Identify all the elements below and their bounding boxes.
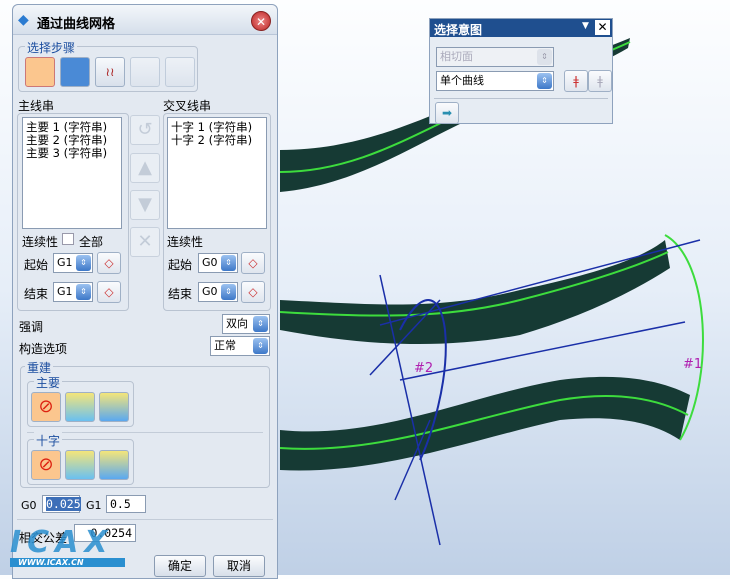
list-item[interactable]: 主要 3 (字符串)	[26, 147, 118, 160]
dialog-title-bar[interactable]: ◆ 通过曲线网格 ✕	[13, 5, 277, 35]
divider	[27, 432, 263, 433]
value: G0	[202, 256, 218, 269]
curve-rule-select[interactable]: 单个曲线 ⇕	[436, 71, 554, 91]
no-rebuild-icon[interactable]: ⊘	[31, 450, 61, 480]
value: G1	[57, 285, 73, 298]
stop-at-intersection-icon[interactable]: ǂ	[564, 70, 588, 92]
app-icon: ◆	[18, 12, 29, 28]
cross-start-label: 起始	[168, 258, 193, 272]
divider	[17, 519, 273, 520]
cross-start-select[interactable]: G0 ⇕	[198, 253, 238, 273]
selection-intent-panel: 选择意图 ▼ ✕ 相切面 ⇕ 单个曲线 ⇕ ǂ ǂ ➡	[429, 18, 613, 124]
g0-tolerance-input[interactable]: 0.025	[42, 495, 81, 513]
rebuild-group: 重建 主要 ⊘ 十字 ⊘	[20, 359, 270, 488]
continuity-label: 连续性	[22, 235, 59, 249]
close-icon[interactable]: ✕	[595, 20, 610, 35]
value: 0.025	[46, 497, 81, 511]
move-down-button: ▼	[130, 190, 160, 220]
manual-rebuild-icon[interactable]	[65, 450, 95, 480]
primary-strings-list[interactable]: 主要 1 (字符串) 主要 2 (字符串) 主要 3 (字符串)	[22, 117, 122, 229]
dropdown-icon[interactable]: ▼	[582, 21, 589, 31]
auto-rebuild-icon[interactable]	[99, 450, 129, 480]
remove-button: ✕	[130, 227, 160, 257]
steps-label: 选择步骤	[25, 39, 78, 56]
end-label: 结束	[24, 287, 49, 301]
auto-rebuild-icon[interactable]	[99, 392, 129, 422]
cross-strings-list[interactable]: 十字 1 (字符串) 十字 2 (字符串)	[167, 117, 267, 229]
start-label: 起始	[24, 258, 49, 272]
cancel-button[interactable]: 取消	[213, 555, 265, 577]
rebuild-primary-group: 主要 ⊘	[27, 374, 134, 427]
intent-title-bar[interactable]: 选择意图 ▼ ✕	[430, 19, 612, 37]
cross-curves-step-icon[interactable]	[60, 57, 90, 87]
construct-options-select[interactable]: 正常 ⇕	[210, 336, 270, 356]
label-2: #2	[414, 361, 433, 376]
cross-strings-label: 交叉线串	[163, 99, 212, 113]
curve-mesh-dialog: ◆ 通过曲线网格 ✕ 选择步骤 ≀≀ 主线串 交叉线串 主要 1 (字符串) 主…	[12, 4, 278, 579]
g1-tolerance-input[interactable]: 0.5	[106, 495, 146, 513]
surface-strip-mid	[280, 240, 670, 345]
primary-end-face-button[interactable]: ◇	[97, 281, 121, 303]
primary-start-select[interactable]: G1 ⇕	[53, 253, 93, 273]
value: 相切面	[440, 50, 473, 63]
cross-end-face-button[interactable]: ◇	[241, 281, 265, 303]
cross-end-select[interactable]: G0 ⇕	[198, 282, 238, 302]
g1-label: G1	[86, 499, 102, 512]
manual-rebuild-icon[interactable]	[65, 392, 95, 422]
dialog-title: 通过曲线网格	[37, 17, 116, 32]
surface-strip-bottom	[280, 376, 690, 471]
g0-label: G0	[21, 499, 37, 512]
primary-start-face-button[interactable]: ◇	[97, 252, 121, 274]
arrow-right-icon[interactable]: ➡	[435, 102, 459, 124]
primary-curves-step-icon[interactable]	[25, 57, 55, 87]
value: G0	[202, 285, 218, 298]
primary-strings-label: 主线串	[18, 99, 55, 113]
all-label: 全部	[79, 235, 104, 249]
divider	[434, 98, 608, 99]
follow-fillet-icon: ǂ	[588, 70, 612, 92]
steps-group: 选择步骤 ≀≀	[18, 39, 198, 92]
value: 双向	[226, 317, 248, 330]
primary-end-select[interactable]: G1 ⇕	[53, 282, 93, 302]
cross-continuity-label: 连续性	[167, 235, 204, 249]
watermark-logo: ICAX WWW.ICAX.CN	[10, 528, 125, 573]
emphasis-select[interactable]: 双向 ⇕	[222, 314, 270, 334]
move-up-button: ▲	[130, 153, 160, 183]
list-item[interactable]: 十字 2 (字符串)	[171, 134, 263, 147]
value: 正常	[214, 339, 236, 352]
value: 单个曲线	[440, 74, 484, 87]
disabled-step-icon	[130, 57, 160, 87]
rebuild-cross-group: 十字 ⊘	[27, 432, 134, 485]
intent-title: 选择意图	[434, 23, 483, 37]
cross-end-label: 结束	[168, 287, 193, 301]
disabled-step-icon-2	[165, 57, 195, 87]
all-checkbox[interactable]	[62, 233, 74, 245]
emphasis-label: 强调	[19, 320, 44, 334]
rebuild-cross-label: 十字	[34, 432, 63, 449]
cross-start-face-button[interactable]: ◇	[241, 252, 265, 274]
reverse-direction-button: ↺	[130, 115, 160, 145]
rebuild-primary-label: 主要	[34, 374, 63, 391]
spine-step-icon[interactable]: ≀≀	[95, 57, 125, 87]
no-rebuild-icon[interactable]: ⊘	[31, 392, 61, 422]
value: G1	[57, 256, 73, 269]
face-rule-select: 相切面 ⇕	[436, 47, 554, 67]
close-button[interactable]: ✕	[251, 11, 271, 31]
label-1: #1	[683, 357, 702, 372]
ok-button[interactable]: 确定	[154, 555, 206, 577]
construct-options-label: 构造选项	[19, 342, 68, 356]
